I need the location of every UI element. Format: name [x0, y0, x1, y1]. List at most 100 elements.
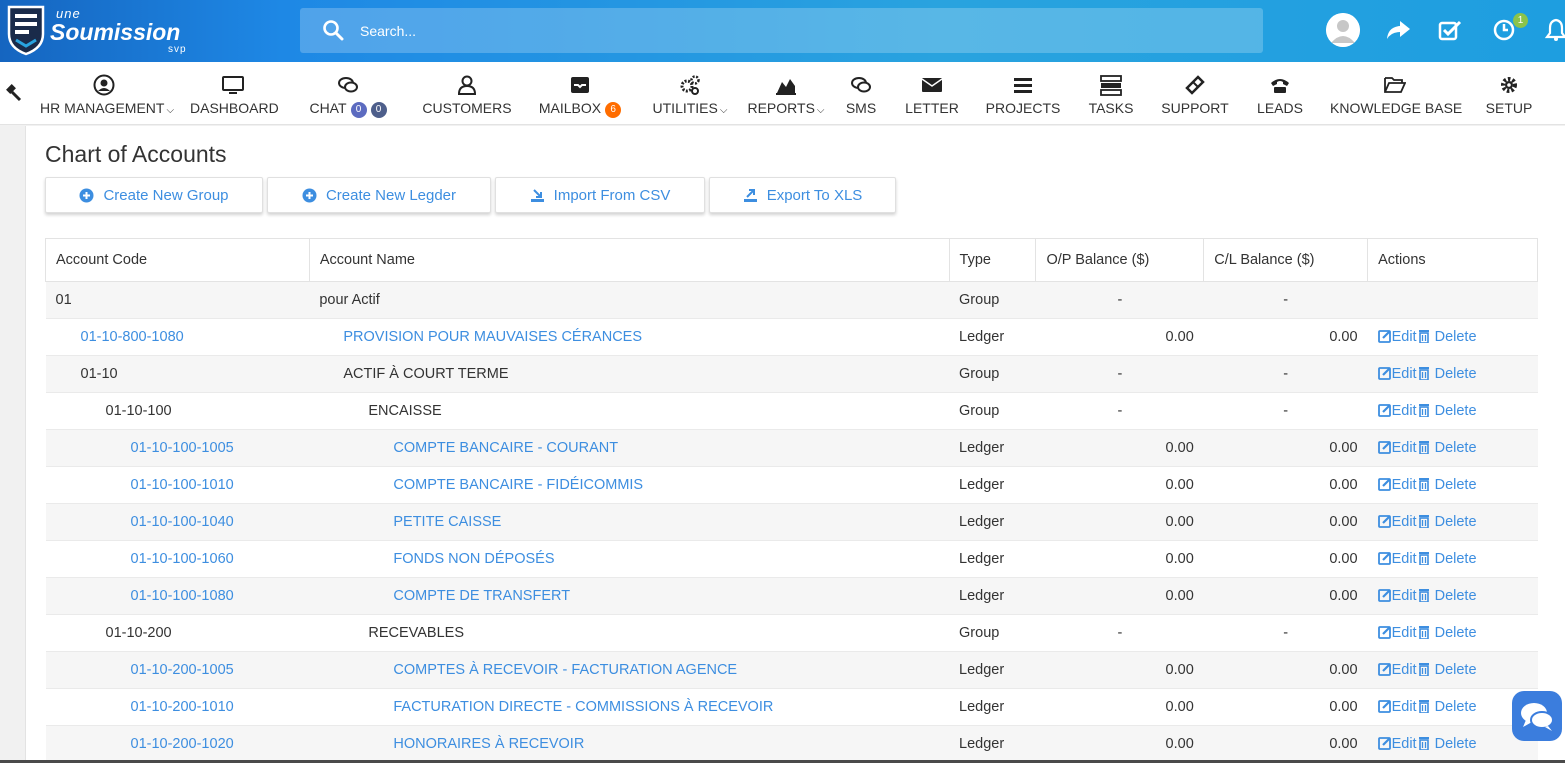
- chevron-down-icon: ⌵: [719, 105, 728, 116]
- account-code-cell: 01-10-200: [45, 614, 310, 652]
- brand-logo[interactable]: une Soumission svp: [6, 4, 196, 58]
- account-code-cell[interactable]: 01-10-200-1005: [45, 651, 310, 689]
- account-name-cell[interactable]: HONORAIRES À RECEVOIR: [309, 725, 950, 763]
- delete-link[interactable]: Delete: [1417, 551, 1477, 567]
- edit-link[interactable]: Edit: [1377, 514, 1417, 530]
- nav-item-leads[interactable]: LEADS: [1255, 62, 1305, 125]
- account-name-cell[interactable]: PROVISION POUR MAUVAISES CÉRANCES: [309, 318, 950, 356]
- nav-item-knowledge-base[interactable]: KNOWLEDGE BASE: [1330, 62, 1462, 125]
- actions-cell: Edit Delete: [1367, 503, 1538, 541]
- live-chat-button[interactable]: [1512, 691, 1562, 741]
- user-icon: [457, 75, 477, 95]
- list-icon: [1014, 78, 1032, 93]
- account-code-cell[interactable]: 01-10-100-1005: [45, 429, 310, 467]
- nav-item-chat[interactable]: CHAT 0 0: [300, 62, 396, 125]
- delete-link[interactable]: Delete: [1417, 588, 1477, 604]
- delete-link[interactable]: Delete: [1417, 625, 1477, 641]
- account-type-cell: Ledger: [949, 651, 1036, 689]
- delete-link[interactable]: Delete: [1417, 514, 1477, 530]
- header-op-balance[interactable]: O/P Balance ($): [1035, 238, 1205, 282]
- brand-name: Soumission: [50, 19, 181, 45]
- account-name-cell[interactable]: PETITE CAISSE: [309, 503, 950, 541]
- edit-icon: [1377, 404, 1391, 417]
- nav-item-customers[interactable]: CUSTOMERS: [420, 62, 514, 125]
- nav-item-support[interactable]: SUPPORT: [1160, 62, 1230, 125]
- delete-link[interactable]: Delete: [1417, 329, 1477, 345]
- account-name-cell[interactable]: FACTURATION DIRECTE - COMMISSIONS À RECE…: [309, 688, 950, 726]
- create-group-label: Create New Group: [103, 186, 229, 204]
- account-code-cell[interactable]: 01-10-100-1040: [45, 503, 310, 541]
- account-name-cell[interactable]: COMPTE BANCAIRE - FIDÉICOMMIS: [309, 466, 950, 504]
- create-ledger-button[interactable]: Create New Legder: [267, 177, 491, 213]
- account-code-cell[interactable]: 01-10-200-1020: [45, 725, 310, 763]
- account-name-cell[interactable]: FONDS NON DÉPOSÉS: [309, 540, 950, 578]
- bell-icon: [1545, 18, 1565, 41]
- edit-link[interactable]: Edit: [1377, 625, 1417, 641]
- account-name-cell[interactable]: COMPTE DE TRANSFERT: [309, 577, 950, 615]
- delete-link[interactable]: Delete: [1417, 440, 1477, 456]
- user-avatar[interactable]: [1326, 13, 1360, 47]
- cl-balance-cell: -: [1203, 355, 1368, 393]
- delete-link[interactable]: Delete: [1417, 403, 1477, 419]
- account-code-cell[interactable]: 01-10-800-1080: [45, 318, 310, 356]
- edit-link[interactable]: Edit: [1377, 403, 1417, 419]
- account-name-cell: pour Actif: [309, 281, 950, 319]
- nav-item-projects[interactable]: PROJECTS: [985, 62, 1061, 125]
- nav-item-mailbox[interactable]: MAILBOX 6: [535, 62, 625, 125]
- nav-item-dashboard[interactable]: DASHBOARD: [190, 62, 279, 125]
- gavel-icon[interactable]: [4, 84, 22, 102]
- notifications-button[interactable]: [1540, 14, 1565, 46]
- search-input[interactable]: [360, 8, 1240, 53]
- ticket-icon: [1185, 75, 1205, 95]
- account-code-cell[interactable]: 01-10-100-1060: [45, 540, 310, 578]
- create-group-button[interactable]: Create New Group: [45, 177, 263, 213]
- import-csv-button[interactable]: Import From CSV: [495, 177, 705, 213]
- export-xls-button[interactable]: Export To XLS: [709, 177, 896, 213]
- account-code-cell[interactable]: 01-10-100-1010: [45, 466, 310, 504]
- delete-link[interactable]: Delete: [1417, 662, 1477, 678]
- edit-link[interactable]: Edit: [1377, 440, 1417, 456]
- edit-link[interactable]: Edit: [1377, 329, 1417, 345]
- trash-icon: [1418, 552, 1429, 565]
- header-cl-balance[interactable]: C/L Balance ($): [1203, 238, 1369, 282]
- edit-icon: [1377, 737, 1391, 750]
- edit-link[interactable]: Edit: [1377, 366, 1417, 382]
- nav-item-reports[interactable]: REPORTS ⌵: [747, 62, 825, 125]
- edit-link[interactable]: Edit: [1377, 477, 1417, 493]
- edit-label: Edit: [1391, 477, 1417, 493]
- delete-link[interactable]: Delete: [1417, 736, 1477, 752]
- edit-link[interactable]: Edit: [1377, 699, 1417, 715]
- account-code-cell[interactable]: 01-10-100-1080: [45, 577, 310, 615]
- trash-icon: [1418, 478, 1429, 491]
- nav-item-letter[interactable]: LETTER: [900, 62, 964, 125]
- delete-link[interactable]: Delete: [1417, 699, 1477, 715]
- delete-link[interactable]: Delete: [1417, 477, 1477, 493]
- account-name-cell[interactable]: COMPTE BANCAIRE - COURANT: [309, 429, 950, 467]
- nav-item-tasks[interactable]: TASKS: [1085, 62, 1137, 125]
- account-code-cell[interactable]: 01-10-200-1010: [45, 688, 310, 726]
- nav-count-badge: 0: [370, 102, 387, 118]
- header-type[interactable]: Type: [948, 238, 1037, 282]
- edit-link[interactable]: Edit: [1377, 551, 1417, 567]
- header-account-code[interactable]: Account Code: [45, 238, 310, 282]
- todo-button[interactable]: [1434, 14, 1466, 46]
- cl-balance-cell: -: [1203, 392, 1368, 430]
- delete-link[interactable]: Delete: [1417, 366, 1477, 382]
- search-icon[interactable]: [322, 19, 344, 41]
- nav-item-utilities[interactable]: UTILITIES ⌵: [650, 62, 730, 125]
- account-type-cell: Ledger: [949, 688, 1036, 726]
- edit-label: Edit: [1391, 625, 1417, 641]
- header-account-name[interactable]: Account Name: [308, 238, 950, 282]
- edit-link[interactable]: Edit: [1377, 736, 1417, 752]
- op-balance-cell: 0.00: [1035, 318, 1204, 356]
- nav-item-hr-management[interactable]: HR MANAGEMENT ⌵: [40, 62, 174, 125]
- op-balance-cell: 0.00: [1035, 540, 1204, 578]
- account-type-cell: Group: [949, 392, 1036, 430]
- table-row: 01-10-100-1040 PETITE CAISSE Ledger 0.00 0.0…: [45, 503, 1538, 541]
- nav-item-sms[interactable]: SMS: [840, 62, 882, 125]
- nav-item-setup[interactable]: SETUP: [1483, 62, 1535, 125]
- account-name-cell[interactable]: COMPTES À RECEVOIR - FACTURATION AGENCE: [309, 651, 950, 689]
- edit-link[interactable]: Edit: [1377, 662, 1417, 678]
- share-button[interactable]: [1382, 14, 1414, 46]
- edit-link[interactable]: Edit: [1377, 588, 1417, 604]
